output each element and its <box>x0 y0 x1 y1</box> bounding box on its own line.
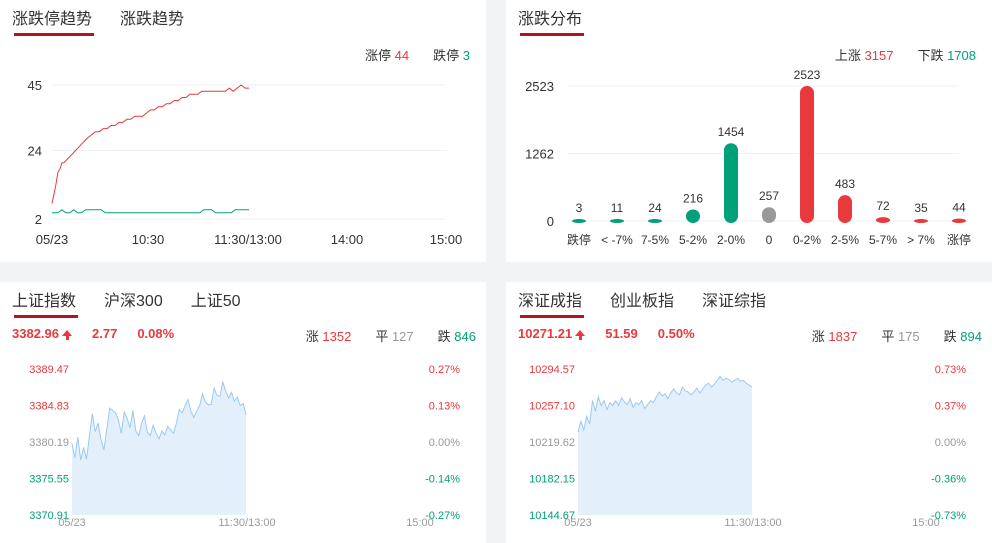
x-tick-label: 05/23 <box>564 517 592 529</box>
y-tick-left: 3375.55 <box>29 474 69 486</box>
y-tick-right: 0.13% <box>429 401 460 413</box>
y-tick-label: 2523 <box>525 79 554 94</box>
x-category-label: 涨停 <box>947 232 971 247</box>
distribution-bar <box>876 217 890 223</box>
distribution-bar <box>800 86 814 223</box>
distribution-panel: 涨跌分布 上涨 3157 下跌 1708 2523 1262 0 3 跌停 11 < -7%… <box>506 0 992 262</box>
x-category-label: 5-2% <box>679 233 707 247</box>
limit-up-line <box>51 84 249 204</box>
distribution-bar <box>762 207 776 223</box>
limit-trend-panel: 涨跌停趋势 涨跌趋势 涨停 44 跌停 3 45 24 2 05/23 10:30 11:… <box>0 0 486 262</box>
x-category-label: 0 <box>766 233 773 247</box>
index-area-fill <box>578 376 752 515</box>
distribution-bar <box>686 209 700 223</box>
sh-index-chart: 3389.47 0.27% 3384.83 0.13% 3380.19 0.00% 3375… <box>29 364 460 529</box>
y-tick-right: 0.73% <box>935 364 966 376</box>
x-category-label: 2-5% <box>831 233 859 247</box>
bar-value-label: 1454 <box>718 125 745 139</box>
distribution-bar <box>952 218 966 223</box>
y-tick-left: 3389.47 <box>29 364 69 376</box>
x-tick-label: 05/23 <box>58 517 86 529</box>
x-category-label: 0-2% <box>793 233 821 247</box>
y-tick-right: 0.37% <box>935 401 966 413</box>
y-tick-left: 10219.62 <box>529 437 575 449</box>
sz-index-chart: 10294.57 0.73% 10257.10 0.37% 10219.62 0.00% 1… <box>529 364 966 529</box>
y-tick-right: 0.00% <box>429 437 460 449</box>
bar-value-label: 483 <box>835 177 855 191</box>
y-tick-label: 2 <box>35 212 42 227</box>
x-tick-label: 14:00 <box>331 232 364 247</box>
x-tick-label: 05/23 <box>36 232 69 247</box>
x-category-label: 5-7% <box>869 233 897 247</box>
y-tick-left: 3380.19 <box>29 437 69 449</box>
distribution-chart: 2523 1262 0 3 跌停 11 < -7% 24 7-5% 216 5-2% 1454 2-0%… <box>525 68 971 247</box>
y-tick-left: 3384.83 <box>29 401 69 413</box>
distribution-bar <box>724 143 738 223</box>
bar-value-label: 2523 <box>794 68 821 82</box>
distribution-bar <box>914 219 928 223</box>
bar-value-label: 35 <box>914 201 928 215</box>
index-area-fill <box>72 382 246 515</box>
bar-value-label: 3 <box>576 201 583 215</box>
x-tick-label: 11:30/13:00 <box>724 517 781 529</box>
bar-value-label: 44 <box>952 201 966 215</box>
x-category-label: 2-0% <box>717 233 745 247</box>
sz-index-panel: 深证成指 创业板指 深证综指 10271.21 51.59 0.50% 涨 18… <box>506 282 992 543</box>
x-category-label: > 7% <box>907 233 935 247</box>
distribution-bar <box>648 219 662 223</box>
bar-value-label: 216 <box>683 191 703 205</box>
y-tick-right: 0.27% <box>429 364 460 376</box>
distribution-bar <box>572 219 586 223</box>
x-tick-label: 15:00 <box>430 232 463 247</box>
y-tick-left: 10182.15 <box>529 474 575 486</box>
y-tick-right: -0.14% <box>425 474 460 486</box>
x-tick-label: 15:00 <box>912 517 940 529</box>
x-tick-label: 10:30 <box>132 232 165 247</box>
distribution-bar <box>610 219 624 223</box>
x-tick-label: 11:30/13:00 <box>214 232 282 247</box>
bar-value-label: 72 <box>876 199 890 213</box>
y-tick-label: 45 <box>28 78 42 93</box>
limit-down-line <box>52 209 249 214</box>
sh-index-panel: 上证指数 沪深300 上证50 3382.96 2.77 0.08% 涨 135… <box>0 282 486 543</box>
x-category-label: < -7% <box>601 233 633 247</box>
y-tick-right: 0.00% <box>935 437 966 449</box>
y-tick-label: 24 <box>28 143 42 158</box>
y-tick-right: -0.36% <box>931 474 966 486</box>
bar-value-label: 24 <box>648 201 662 215</box>
distribution-bar <box>838 195 852 223</box>
x-tick-label: 11:30/13:00 <box>218 517 275 529</box>
bar-value-label: 11 <box>611 201 624 215</box>
y-tick-label: 1262 <box>525 146 554 161</box>
bar-value-label: 257 <box>759 189 779 203</box>
y-tick-left: 10294.57 <box>529 364 575 376</box>
x-tick-label: 15:00 <box>406 517 434 529</box>
y-tick-left: 10257.10 <box>529 401 575 413</box>
x-category-label: 跌停 <box>567 232 591 247</box>
y-tick-label: 0 <box>547 214 554 229</box>
limit-trend-chart: 45 24 2 05/23 10:30 11:30/13:00 14:00 15:00 <box>28 78 463 247</box>
x-category-label: 7-5% <box>641 233 669 247</box>
